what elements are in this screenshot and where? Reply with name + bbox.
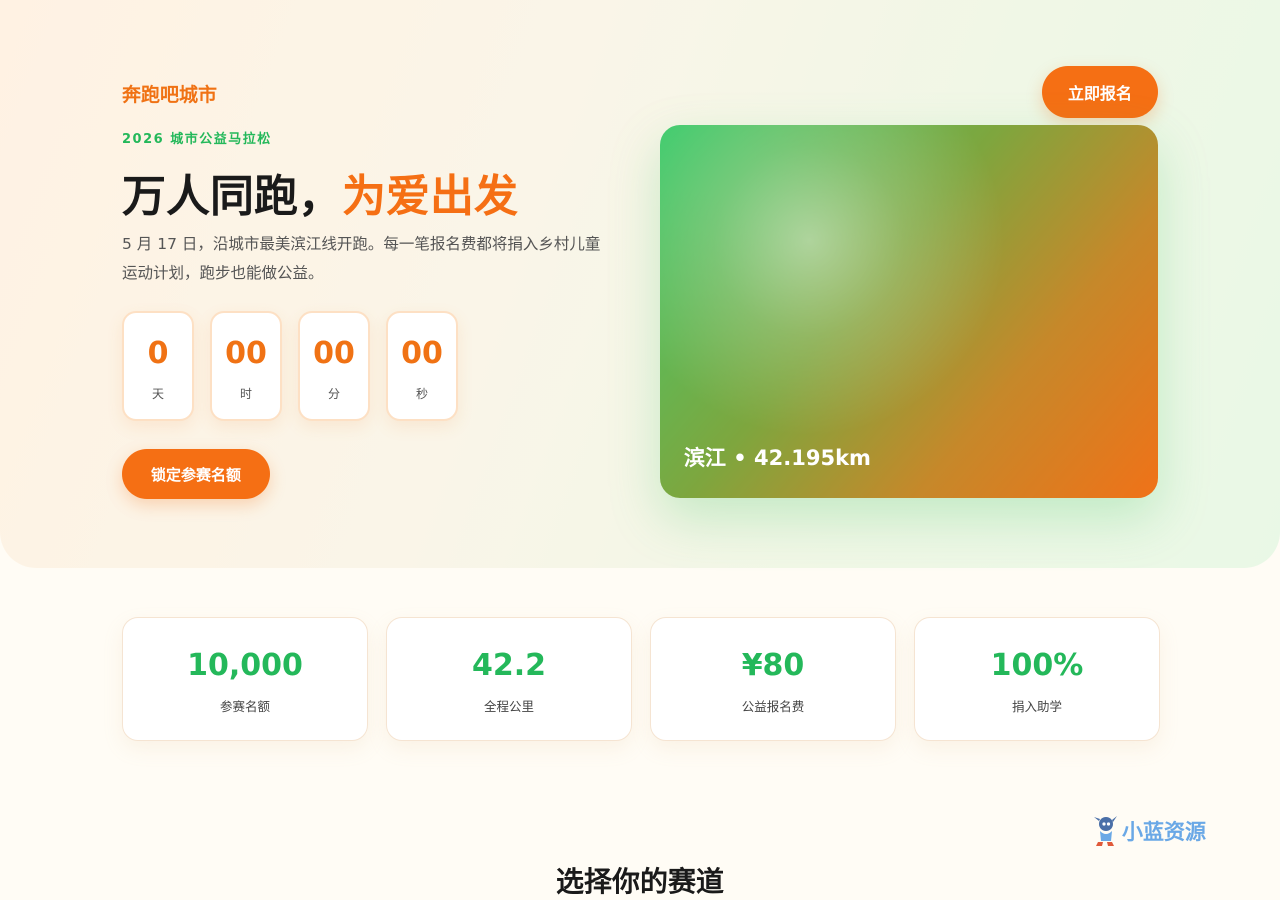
register-now-button[interactable]: 立即报名 xyxy=(1042,66,1158,118)
mascot-icon xyxy=(1092,815,1118,847)
hero-headline: 万人同跑，为爱出发 xyxy=(122,160,518,224)
page: 奔跑吧城市 立即报名 2026 城市公益马拉松 万人同跑，为爱出发 5 月 17… xyxy=(0,0,1280,900)
countdown-seconds: 00 秒 xyxy=(386,311,458,421)
countdown-minutes: 00 分 xyxy=(298,311,370,421)
watermark: 小蓝资源 xyxy=(1092,815,1206,847)
countdown-days: 0 天 xyxy=(122,311,194,421)
countdown-hours: 00 时 xyxy=(210,311,282,421)
stats-section: 10,000 参赛名额 42.2 全程公里 ¥80 公益报名费 100% 捐入助… xyxy=(122,617,1160,741)
watermark-text: 小蓝资源 xyxy=(1122,820,1206,844)
stat-label: 公益报名费 xyxy=(741,699,805,714)
stat-value: 10,000 xyxy=(187,648,303,683)
headline-main: 万人同跑， xyxy=(122,171,342,222)
stat-value: 42.2 xyxy=(471,648,547,683)
countdown-unit: 分 xyxy=(327,387,340,401)
countdown-value: 00 xyxy=(401,336,443,371)
hero-description: 5 月 17 日，沿城市最美滨江线开跑。每一笔报名费都将捐入乡村儿童运动计划，跑… xyxy=(122,235,601,282)
countdown-value: 00 xyxy=(313,336,355,371)
countdown-unit: 天 xyxy=(151,387,164,401)
stat-card: 100% 捐入助学 xyxy=(914,617,1160,741)
stat-card: ¥80 公益报名费 xyxy=(650,617,896,741)
countdown-value: 0 xyxy=(147,336,169,371)
countdown-unit: 秒 xyxy=(415,387,428,401)
hero-eyebrow: 2026 城市公益马拉松 xyxy=(122,132,272,147)
stat-card: 10,000 参赛名额 xyxy=(122,617,368,741)
countdown-unit: 时 xyxy=(239,387,252,401)
stat-card: 42.2 全程公里 xyxy=(386,617,632,741)
headline-accent: 为爱出发 xyxy=(342,171,518,222)
countdown-value: 00 xyxy=(225,336,267,371)
route-card: 滨江 • 42.195km xyxy=(660,125,1158,498)
brand-logo[interactable]: 奔跑吧城市 xyxy=(122,80,217,107)
section-title: 选择你的赛道 xyxy=(555,865,724,898)
hero-section: 奔跑吧城市 立即报名 2026 城市公益马拉松 万人同跑，为爱出发 5 月 17… xyxy=(0,0,1280,568)
stat-label: 全程公里 xyxy=(483,699,534,714)
stat-label: 参赛名额 xyxy=(219,699,270,714)
stat-label: 捐入助学 xyxy=(1011,699,1062,714)
route-card-label: 滨江 • 42.195km xyxy=(684,446,871,470)
reserve-spot-button[interactable]: 锁定参赛名额 xyxy=(122,449,270,499)
countdown: 0 天 00 时 00 分 00 秒 xyxy=(122,311,458,421)
stat-value: ¥80 xyxy=(741,648,805,683)
stat-value: 100% xyxy=(990,648,1084,683)
